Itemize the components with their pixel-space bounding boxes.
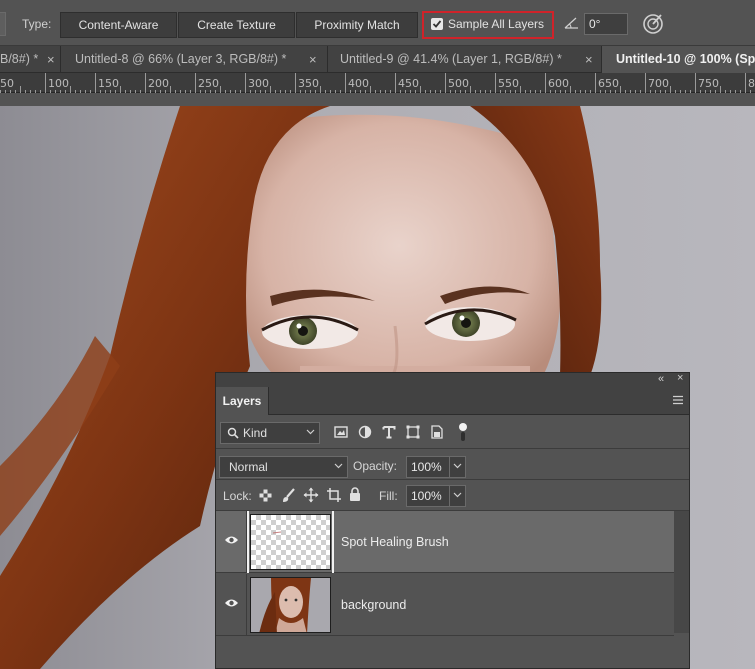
tab-label: Untitled-10 @ 100% (Sp — [616, 52, 755, 66]
layer-name[interactable]: Spot Healing Brush — [341, 535, 449, 549]
blend-mode-value: Normal — [229, 460, 268, 474]
lock-transparent-pixels-icon[interactable] — [259, 489, 272, 502]
search-icon — [227, 427, 239, 439]
layers-scrollbar[interactable] — [674, 511, 689, 633]
shape-layer-filter-icon[interactable] — [406, 425, 420, 439]
lock-label: Lock: — [223, 489, 252, 503]
layer-name[interactable]: background — [341, 598, 406, 612]
proximity-match-button[interactable]: Proximity Match — [296, 12, 418, 38]
ruler-label: 150 — [98, 77, 119, 90]
fill-input[interactable]: 100% — [406, 485, 466, 507]
horizontal-ruler[interactable]: 50 100 150 200 250 300 350 400 450 500 5… — [0, 73, 755, 93]
filter-kind-select[interactable]: Kind — [220, 422, 320, 444]
chevron-down-icon — [306, 429, 315, 435]
ruler-label: 400 — [348, 77, 369, 90]
ruler-label: 350 — [298, 77, 319, 90]
sample-all-layers-checkbox[interactable] — [431, 18, 443, 30]
ruler-label: 750 — [698, 77, 719, 90]
document-tab[interactable]: B/8#) * × — [0, 46, 60, 73]
collapse-panel-icon[interactable]: « — [658, 373, 664, 386]
fill-dropdown[interactable] — [449, 486, 465, 506]
lock-all-icon[interactable] — [349, 487, 361, 502]
opacity-value: 100% — [411, 460, 442, 474]
opacity-input[interactable]: 100% — [406, 456, 466, 478]
lock-image-pixels-icon[interactable] — [281, 488, 296, 503]
ruler-label: 80 — [748, 77, 755, 90]
type-layer-filter-icon[interactable] — [382, 425, 396, 439]
document-tab[interactable]: Untitled-8 @ 66% (Layer 3, RGB/8#) * × — [61, 46, 327, 73]
layer-row-spot-healing-brush[interactable]: Spot Healing Brush — [216, 511, 674, 573]
ruler-label: 250 — [198, 77, 219, 90]
opacity-label: Opacity: — [353, 459, 398, 473]
close-tab-icon[interactable]: × — [585, 46, 593, 73]
tab-label: Untitled-9 @ 41.4% (Layer 1, RGB/8#) * — [340, 52, 562, 66]
blend-mode-select[interactable]: Normal — [219, 456, 348, 478]
close-tab-icon[interactable]: × — [47, 46, 55, 73]
document-tab-bar: B/8#) * × Untitled-8 @ 66% (Layer 3, RGB… — [0, 46, 755, 73]
brush-preset-picker-stub[interactable] — [0, 12, 6, 36]
angle-icon — [564, 17, 578, 29]
type-label: Type: — [22, 17, 52, 31]
angle-input[interactable]: 0° — [584, 13, 628, 35]
tab-label: Untitled-8 @ 66% (Layer 3, RGB/8#) * — [75, 52, 287, 66]
ruler-label: 700 — [648, 77, 669, 90]
pressure-size-icon[interactable] — [641, 12, 665, 36]
ruler-label: 500 — [448, 77, 469, 90]
document-tab[interactable]: Untitled-9 @ 41.4% (Layer 1, RGB/8#) * × — [328, 46, 601, 73]
visibility-toggle[interactable] — [216, 511, 247, 573]
layers-panel: « × Layers Kind Normal Opacity: 100% Loc… — [215, 372, 690, 669]
fill-label: Fill: — [379, 489, 398, 503]
selected-thumbnail-frame — [247, 511, 334, 573]
close-panel-icon[interactable]: × — [677, 372, 683, 385]
chevron-down-icon — [334, 463, 343, 469]
panel-menu-icon[interactable] — [672, 395, 684, 405]
chevron-down-icon — [453, 463, 462, 469]
eye-icon — [225, 536, 238, 544]
document-tab-active[interactable]: Untitled-10 @ 100% (Sp — [602, 46, 755, 73]
prevent-auto-nesting-icon[interactable] — [326, 487, 342, 503]
ruler-label: 300 — [248, 77, 269, 90]
tab-layers[interactable]: Layers — [216, 387, 269, 415]
ruler-label: 600 — [548, 77, 569, 90]
content-aware-button[interactable]: Content-Aware — [60, 12, 177, 38]
filter-row: Kind — [216, 416, 689, 449]
ruler-label: 100 — [48, 77, 69, 90]
lock-row: Lock: Fill: 100% — [216, 480, 689, 511]
panel-header: « × — [216, 372, 689, 387]
fill-value: 100% — [411, 489, 442, 503]
eye-icon — [225, 599, 238, 607]
panel-tabs: Layers — [216, 387, 689, 415]
options-bar: Type: Content-Aware Create Texture Proxi… — [0, 0, 755, 46]
layer-thumbnail-photo — [250, 577, 331, 633]
ruler-label: 650 — [598, 77, 619, 90]
checkmark-icon — [432, 20, 442, 28]
smart-object-filter-icon[interactable] — [430, 425, 444, 439]
portrait-thumbnail — [251, 578, 330, 632]
filter-toggle-icon[interactable] — [458, 422, 468, 442]
create-texture-button[interactable]: Create Texture — [178, 12, 295, 38]
sample-all-layers-label[interactable]: Sample All Layers — [448, 17, 544, 31]
ruler-label: 50 — [0, 77, 14, 90]
layer-row-background[interactable]: background — [216, 574, 674, 636]
chevron-down-icon — [453, 492, 462, 498]
ruler-label: 450 — [398, 77, 419, 90]
opacity-dropdown[interactable] — [449, 457, 465, 477]
pixel-layer-filter-icon[interactable] — [334, 425, 348, 439]
ruler-label: 550 — [498, 77, 519, 90]
lock-position-icon[interactable] — [303, 487, 319, 503]
ruler-label: 200 — [148, 77, 169, 90]
visibility-toggle[interactable] — [216, 574, 247, 636]
tab-label: B/8#) * — [0, 52, 39, 66]
filter-kind-label: Kind — [243, 426, 268, 440]
close-tab-icon[interactable]: × — [309, 46, 317, 73]
adjustment-layer-filter-icon[interactable] — [358, 425, 372, 439]
blend-row: Normal Opacity: 100% — [216, 449, 689, 480]
